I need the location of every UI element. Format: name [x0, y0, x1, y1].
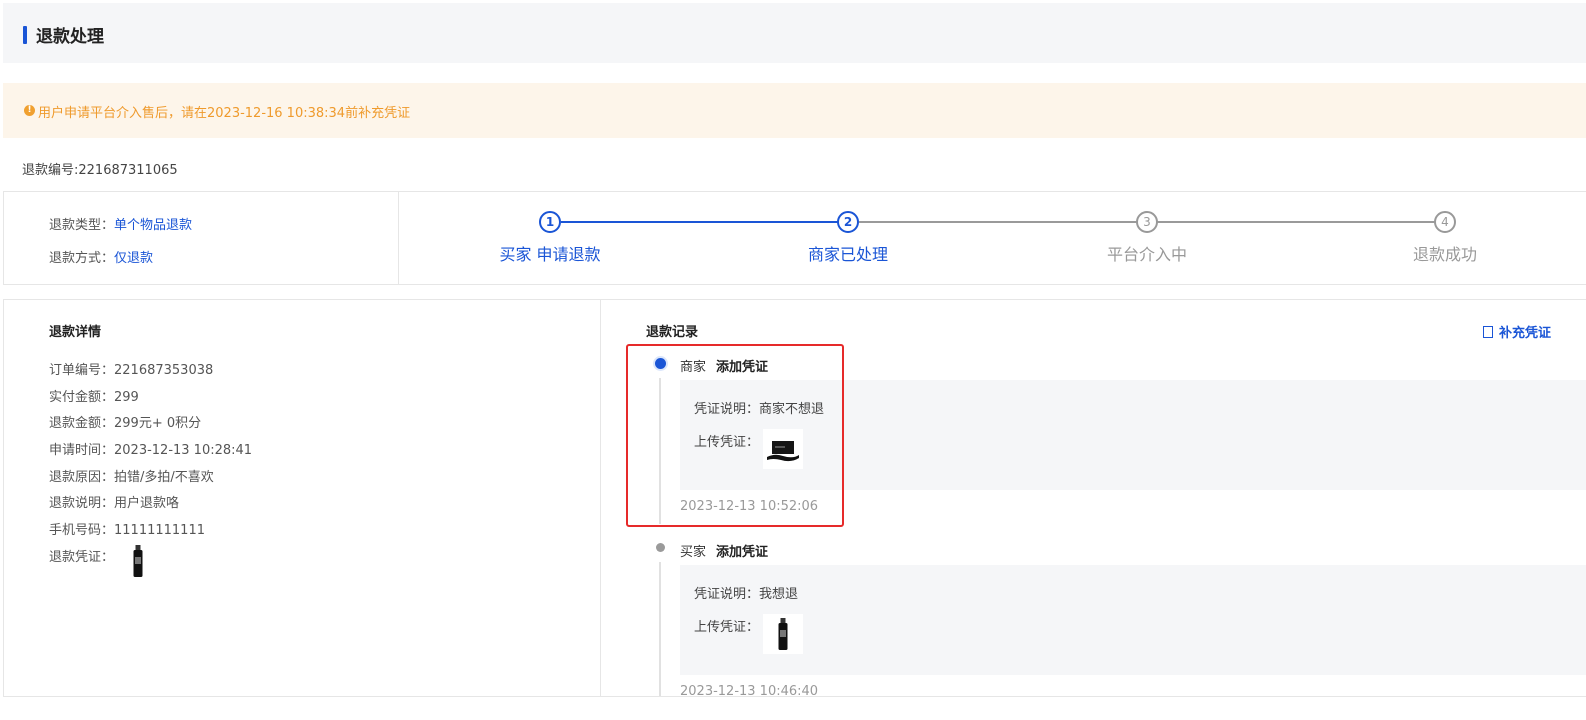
step-1-circle: 1 — [539, 211, 561, 233]
step-2-label: 商家已处理 — [807, 245, 888, 264]
refund-progress-steps: 1 2 3 4 买家 申请退款 商家已处理 平台介入中 退款成功 — [399, 192, 1586, 284]
refund-method-row: 退款方式：仅退款 — [49, 247, 153, 266]
refund-type-row: 退款类型：单个物品退款 — [49, 214, 192, 233]
order-number: 订单编号：221687353038 — [49, 363, 214, 378]
add-evidence-button[interactable]: 补充凭证 — [1482, 322, 1551, 341]
record-2-desc: 凭证说明：我想退 — [694, 587, 799, 602]
refund-reason: 退款原因：拍错/多拍/不喜欢 — [49, 470, 214, 485]
step-3-label: 平台介入中 — [1106, 245, 1187, 264]
highlight-box — [626, 344, 844, 527]
document-icon — [1482, 326, 1493, 338]
step-connector — [561, 221, 849, 223]
refund-details: 退款详情 订单编号：221687353038 实付金额：299 退款金额：299… — [4, 300, 601, 696]
page-title: 退款处理 — [36, 27, 104, 47]
record-2-upload-label: 上传凭证： — [694, 620, 760, 635]
add-evidence-label: 补充凭证 — [1498, 326, 1551, 341]
record-2-role: 买家 — [680, 545, 707, 560]
record-2-box: 凭证说明：我想退 上传凭证： — [680, 565, 1586, 675]
refund-note: 退款说明：用户退款咯 — [49, 496, 180, 511]
step-connector — [1157, 221, 1435, 223]
record-2-time: 2023-12-13 10:46:40 — [680, 684, 819, 696]
notice-banner: ! 用户申请平台介入售后，请在2023-12-16 10:38:34前补充凭证 — [3, 83, 1586, 138]
record-2-action: 添加凭证 — [716, 545, 769, 560]
apply-time: 申请时间：2023-12-13 10:28:41 — [49, 443, 253, 458]
page: 退款处理 ! 用户申请平台介入售后，请在2023-12-16 10:38:34前… — [0, 0, 1586, 720]
title-accent-bar — [23, 26, 27, 44]
page-header: 退款处理 — [3, 3, 1586, 63]
notice-text: 用户申请平台介入售后，请在2023-12-16 10:38:34前补充凭证 — [38, 106, 411, 121]
step-4-circle: 4 — [1434, 211, 1456, 233]
record-2-thumbnail[interactable] — [763, 614, 803, 654]
step-1-label: 买家 申请退款 — [499, 245, 601, 264]
timeline-dot — [656, 543, 665, 552]
refund-evidence-thumbnail[interactable] — [118, 541, 158, 581]
step-4-label: 退款成功 — [1412, 245, 1477, 264]
records-title: 退款记录 — [646, 325, 699, 340]
step-2-circle: 2 — [837, 211, 859, 233]
timeline-line — [659, 562, 661, 696]
refund-summary-info: 退款类型：单个物品退款 退款方式：仅退款 — [4, 192, 399, 284]
refund-number: 退款编号:221687311065 — [22, 163, 178, 178]
bottle-icon — [133, 545, 143, 577]
refund-evidence-label: 退款凭证： — [49, 550, 115, 565]
refund-type-label: 退款类型： — [49, 218, 115, 233]
bottle-icon — [778, 618, 788, 650]
phone-number: 手机号码：11111111111 — [49, 523, 205, 538]
warning-icon: ! — [24, 105, 35, 116]
paid-amount: 实付金额：299 — [49, 390, 139, 405]
refund-summary: 退款类型：单个物品退款 退款方式：仅退款 1 2 3 4 买家 申请退款 商家已… — [3, 191, 1586, 285]
refund-type-value: 单个物品退款 — [114, 218, 193, 233]
refund-method-value: 仅退款 — [114, 251, 154, 266]
refund-amount: 退款金额：299元+ 0积分 — [49, 416, 202, 431]
step-3-circle: 3 — [1136, 211, 1158, 233]
refund-method-label: 退款方式： — [49, 251, 115, 266]
step-connector — [859, 221, 1137, 223]
record-2-header: 买家 添加凭证 — [680, 541, 768, 560]
details-title: 退款详情 — [49, 325, 102, 340]
